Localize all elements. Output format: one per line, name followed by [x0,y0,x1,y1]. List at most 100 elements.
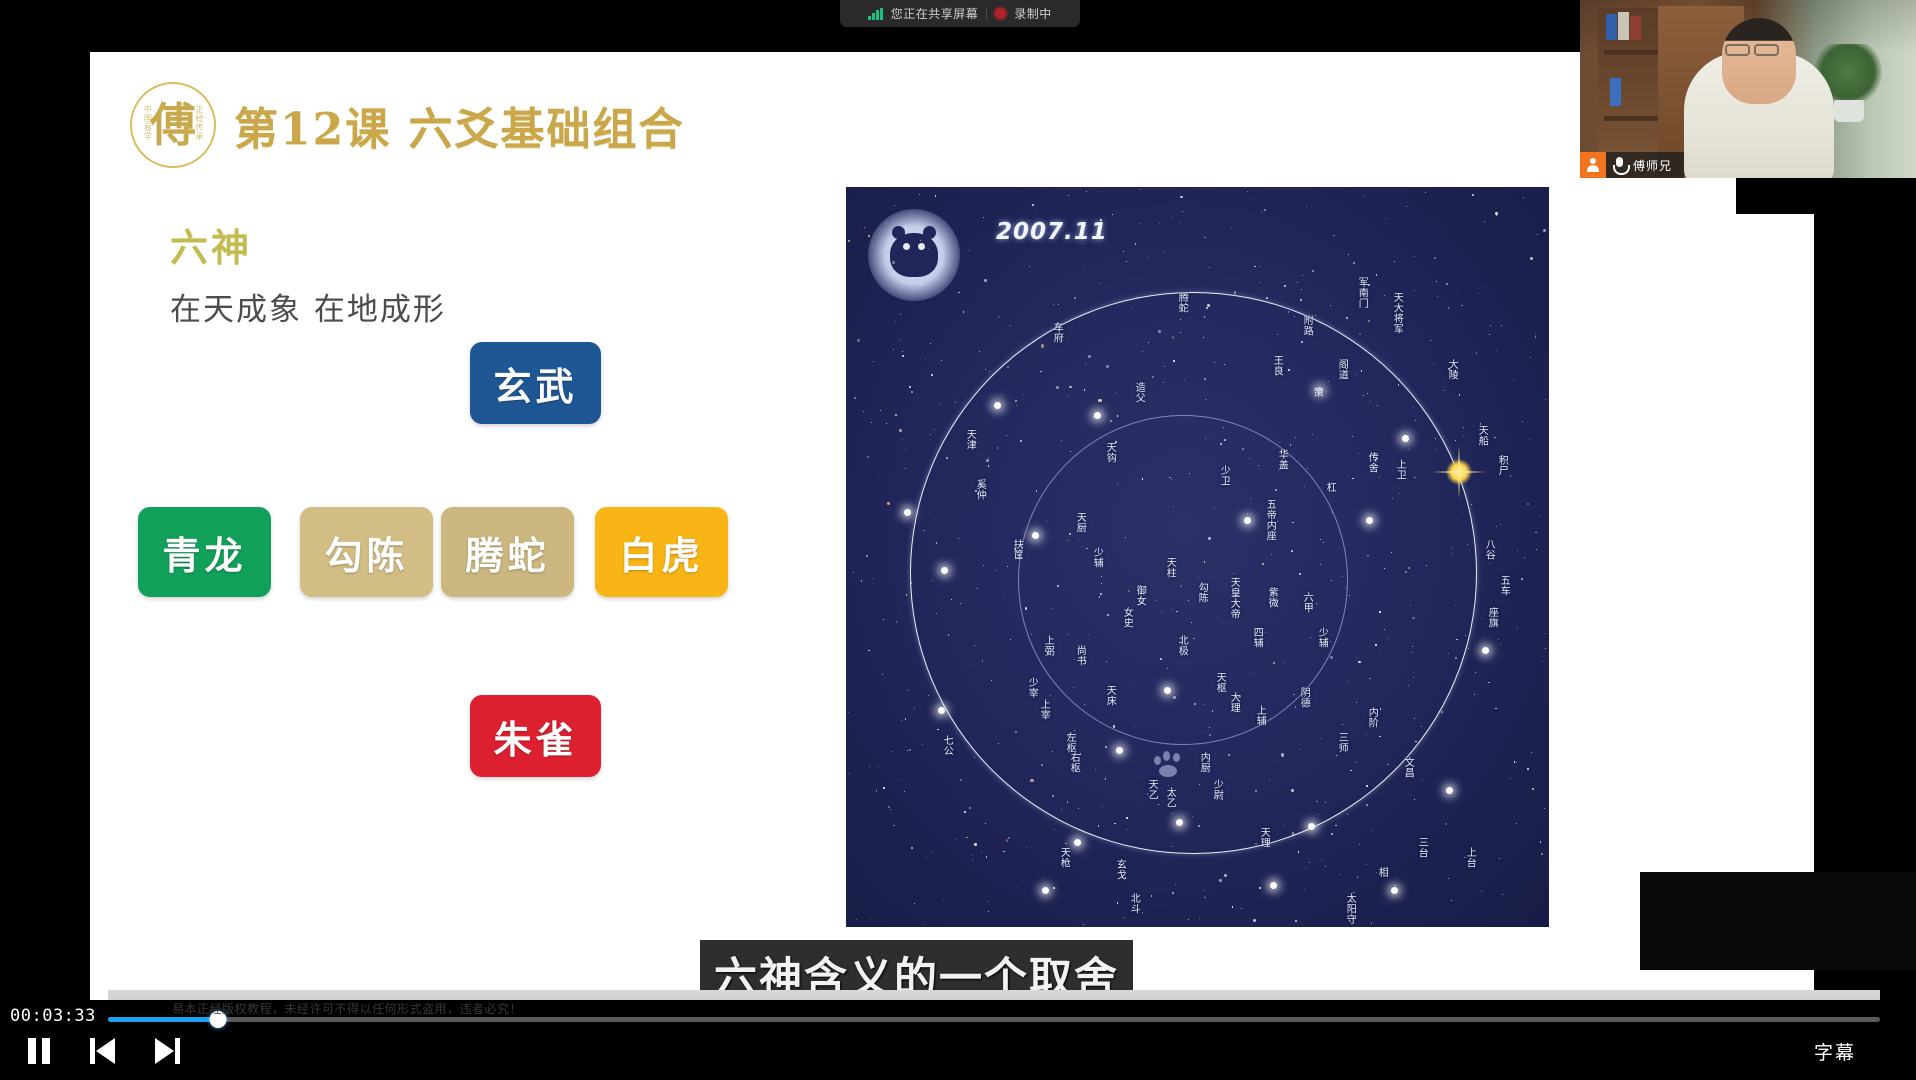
constellation-label: 五帝内座 [1264,499,1276,541]
star-chart-date-label: 2007.11 [996,219,1108,245]
constellation-label: 女史 [1121,607,1133,628]
constellation-label: 阁道 [1336,359,1348,380]
recording-status-label: 录制中 [1014,7,1052,21]
timecode-label: 00:03:33 [10,1006,96,1026]
transport-controls [22,1036,184,1066]
god-box-label: 玄武 [493,363,578,409]
constellation-label: 内阶 [1366,707,1378,728]
sharing-status-label: 您正在共享屏幕 [890,7,979,21]
copyright-watermark: 易本正经版权教程，未经许可不得以任何形式盗用，违者必究！ [172,1002,523,1016]
constellation-label: 天床 [1104,685,1116,706]
bright-star-wuche [1446,459,1472,485]
constellation-label: 勾陈 [1196,582,1208,603]
eyeglasses-left [1725,44,1750,56]
constellation-label: 阴德 [1298,687,1310,708]
constellation-label: 奚仲 [974,479,986,500]
constellation-label: 尚书 [1074,645,1086,666]
constellation-label: 三台 [1416,837,1428,858]
constellation-label: 天大将军 [1391,292,1403,334]
section-subtitle: 在天成象 在地成形 [170,292,446,328]
constellation-label: 少宰 [1026,677,1038,698]
participant-name-label: 傅师兄 [1633,158,1673,173]
constellation-label: 天乙 [1146,779,1158,800]
god-box-qinglong: 青龙 [138,507,271,597]
constellation-label: 上辅 [1254,705,1266,726]
constellation-label: 天枢 [1214,672,1226,693]
god-box-label: 白虎 [619,532,704,578]
constellation-label: 大理 [1228,692,1240,713]
plant-pot [1834,100,1864,122]
constellation-label: 相 [1376,867,1388,878]
constellation-label: 王良 [1271,355,1283,376]
constellation-label: 三师 [1336,732,1348,753]
seal-center-char: 傅 [150,98,196,152]
slide-title: 第12课 六爻基础组合 [234,104,685,155]
divider [986,7,988,20]
constellation-label: 七公 [941,735,953,756]
constellation-label: 少辅 [1316,627,1328,648]
baidu-paw-icon [1151,750,1189,778]
record-dot-icon [995,8,1007,19]
god-box-zhuque: 朱雀 [470,695,601,777]
constellation-label: 少尉 [1211,779,1223,800]
eyeglasses-right [1754,44,1779,56]
constellation-label: 腾蛇 [1176,292,1188,313]
constellation-label: 天船 [1476,425,1488,446]
constellation-label: 积尸 [1496,455,1508,476]
screen-share-status-pill[interactable]: 您正在共享屏幕 录制中 [840,0,1080,27]
subtitle-toggle-button[interactable]: 字幕 [1814,1038,1856,1065]
signal-bars-icon [868,7,883,20]
book [1606,14,1617,40]
constellation-label: 附路 [1301,315,1313,336]
god-box-gouchen: 勾陈 [300,507,433,597]
constellation-label: 车府 [1051,322,1063,343]
seal-left-text: 中国易学 [143,105,153,141]
moon-toad-icon [868,209,960,301]
constellation-label: 太乙 [1164,787,1176,808]
constellation-label: 座旗 [1486,607,1498,628]
constellation-label: 军南门 [1356,277,1368,309]
microphone-icon[interactable] [1613,156,1630,175]
star-chart-image: 2007.11 腾蛇 车府 附路 军南门 天大将军 王良 阁道策 大陵 天船 积尸 天津 奚仲 造父 天钩… [846,187,1549,927]
constellation-label: 少辅 [1091,547,1103,568]
section-heading: 六神 [170,225,253,270]
seek-progress-fill [108,1017,218,1022]
constellation-label: 五车 [1498,575,1510,596]
slide-header: 中国易学 傅 正经传承 第12课 六爻基础组合 [130,82,685,168]
god-box-tengshe: 腾蛇 [441,507,574,597]
constellation-label: 大陵 [1446,359,1458,380]
god-box-baihu: 白虎 [595,507,728,597]
constellation-label: 华盖 [1276,449,1288,470]
pause-button[interactable] [22,1036,56,1066]
god-box-label: 勾陈 [324,532,409,578]
constellation-label: 天皇大帝 [1228,577,1240,619]
book [1610,78,1621,106]
constellation-label: 上卫 [1394,459,1406,480]
seek-bar[interactable] [108,1011,1880,1028]
constellation-label: 传舍 [1366,452,1378,473]
constellation-label: 上宰 [1038,699,1050,720]
god-box-xuanwu: 玄武 [470,342,601,424]
constellation-label: 策 [1311,387,1323,398]
person-head [1722,18,1796,104]
brand-seal-logo: 中国易学 傅 正经传承 [130,82,216,168]
constellation-label: 紫微 [1266,587,1278,608]
constellation-label: 六甲 [1301,592,1313,613]
next-button[interactable] [150,1036,184,1066]
previous-button[interactable] [86,1036,120,1066]
user-avatar-icon [1580,152,1606,178]
constellation-label: 右枢 [1068,752,1080,773]
participant-name-bar: 傅师兄 [1580,152,1685,178]
presentation-slide: 中国易学 傅 正经传承 第12课 六爻基础组合 六神 在天成象 在地成形 玄武 … [90,52,1814,1004]
constellation-label: 扶筐 [1011,539,1023,560]
book [1618,12,1629,40]
constellation-label: 御女 [1134,585,1146,606]
webcam-video-tile[interactable]: 傅师兄 [1580,0,1916,178]
pip-black-edge [1736,178,1916,214]
black-filler-region [1640,872,1916,970]
constellation-label: 天枪 [1058,847,1070,868]
constellation-label: 上台 [1464,847,1476,868]
constellation-label: 少卫 [1218,465,1230,486]
constellation-label: 八谷 [1483,539,1495,560]
god-box-label: 腾蛇 [465,532,550,578]
